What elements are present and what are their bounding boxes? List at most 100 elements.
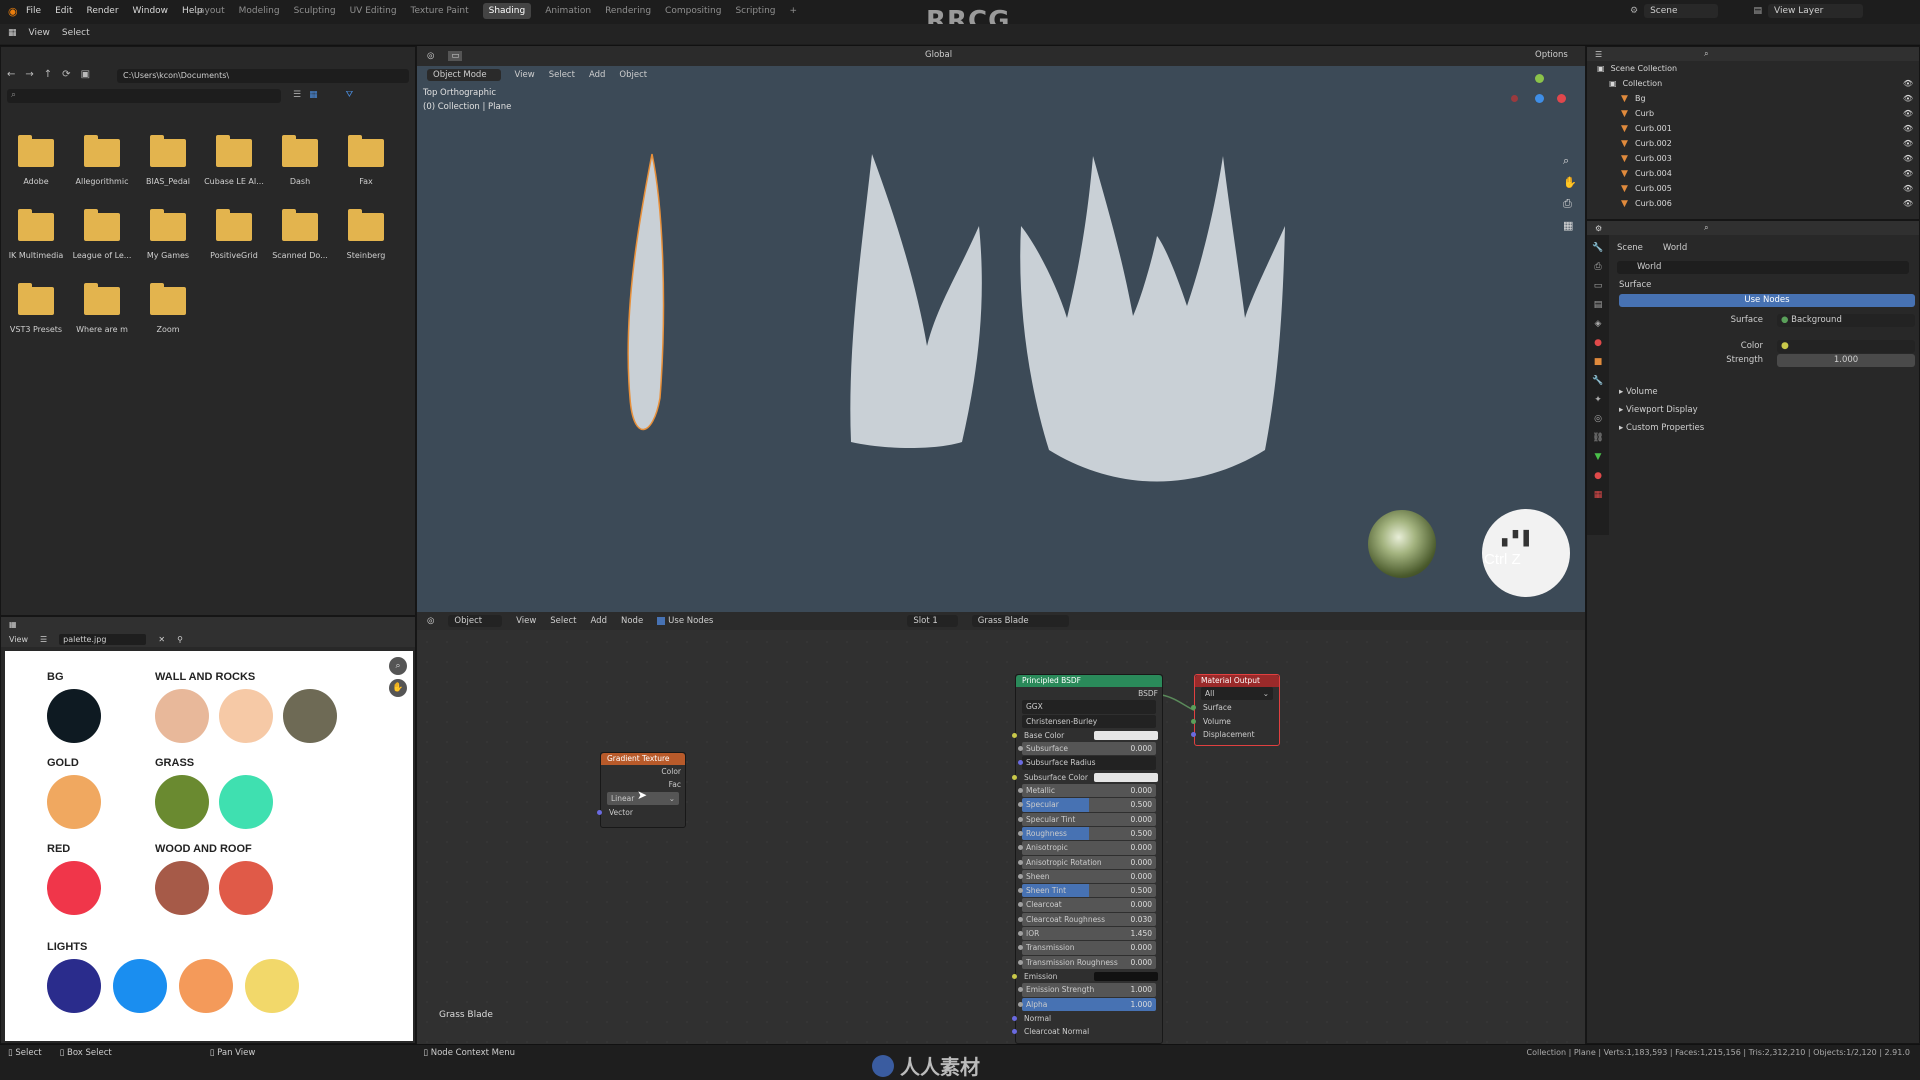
use-nodes-button[interactable]: Use Nodes xyxy=(1619,294,1915,307)
socket[interactable] xyxy=(1018,916,1023,922)
view-layer-tab-icon[interactable]: ▤ xyxy=(1594,300,1603,310)
surface-shader-field[interactable]: ● Background xyxy=(1777,314,1915,327)
socket-surface[interactable] xyxy=(1191,705,1196,711)
grid-icon[interactable]: ▦ xyxy=(1563,219,1577,232)
eye-icon[interactable]: 👁 xyxy=(1903,79,1913,88)
folder-item[interactable]: Adobe xyxy=(3,135,69,186)
socket[interactable] xyxy=(1012,774,1017,780)
breadcrumb-world[interactable]: World xyxy=(1663,243,1687,253)
close-icon[interactable]: ✕ xyxy=(158,635,165,644)
breadcrumb-scene[interactable]: Scene xyxy=(1617,243,1643,253)
constraints-tab-icon[interactable]: ⛓ xyxy=(1592,433,1603,443)
bsdf-input-row[interactable]: Base Color xyxy=(1012,729,1162,742)
socket-displacement[interactable] xyxy=(1191,731,1196,737)
world-datablock-field[interactable]: World xyxy=(1617,261,1909,274)
camera-icon[interactable]: ⎙ xyxy=(1563,197,1577,211)
tab-texture-paint[interactable]: Texture Paint xyxy=(411,3,469,19)
tab-sculpting[interactable]: Sculpting xyxy=(294,3,336,19)
scene-tab-icon[interactable]: ◈ xyxy=(1595,319,1602,329)
thumbnail-view-icon[interactable]: ▦ xyxy=(309,90,318,100)
eye-icon[interactable]: 👁 xyxy=(1903,109,1913,118)
socket[interactable] xyxy=(1018,888,1023,894)
folder-item[interactable]: Zoom xyxy=(135,283,201,334)
subsurface-color-swatch[interactable] xyxy=(1094,772,1158,782)
panel-viewport-display[interactable]: ▸ Viewport Display xyxy=(1619,405,1698,415)
world-tab-icon[interactable]: ● xyxy=(1594,338,1602,348)
bsdf-input-row[interactable]: Transmission 0.000 xyxy=(1018,941,1156,955)
eye-icon[interactable]: 👁 xyxy=(1903,199,1913,208)
outliner-collection[interactable]: ▣ Collection 👁 xyxy=(1587,76,1919,91)
list-view-icon[interactable]: ☰ xyxy=(293,90,301,100)
bsdf-input-row[interactable]: Metallic 0.000 xyxy=(1018,784,1156,798)
forward-icon[interactable]: → xyxy=(25,69,33,80)
material-tab-icon[interactable]: ● xyxy=(1594,471,1602,481)
principled-bsdf-node[interactable]: Principled BSDF BSDF GGX Christensen-Bur… xyxy=(1012,674,1163,1044)
gizmo-neg-x-icon[interactable] xyxy=(1511,95,1518,102)
socket[interactable] xyxy=(1018,859,1023,865)
physics-tab-icon[interactable]: ◎ xyxy=(1594,414,1602,424)
bsdf-input-row[interactable]: Specular 0.500 xyxy=(1018,798,1156,812)
outliner-item[interactable]: ▼ Curb.003 👁 xyxy=(1587,151,1919,166)
tab-compositing[interactable]: Compositing xyxy=(665,3,721,19)
pin-icon[interactable]: ⚲ xyxy=(177,635,183,644)
file-header-select[interactable]: Select xyxy=(62,28,90,38)
menu-window[interactable]: Window xyxy=(133,6,169,16)
path-field[interactable]: C:\Users\kcon\Documents\ xyxy=(117,69,409,83)
folder-item[interactable]: PositiveGrid xyxy=(201,209,267,260)
base-color-swatch[interactable] xyxy=(1094,730,1158,740)
gizmo-y-icon[interactable] xyxy=(1535,74,1544,83)
output-tab-icon[interactable]: ▭ xyxy=(1594,281,1603,291)
bsdf-input-row[interactable]: Normal xyxy=(1012,1012,1162,1025)
socket[interactable] xyxy=(1018,746,1023,752)
zoom-icon[interactable]: ⌕ xyxy=(389,657,407,675)
panel-volume[interactable]: ▸ Volume xyxy=(1619,387,1658,397)
surface-panel-header[interactable]: Surface xyxy=(1619,280,1651,290)
emission-color-swatch[interactable] xyxy=(1094,971,1158,981)
socket[interactable] xyxy=(1018,830,1023,836)
world-color-swatch[interactable]: ● xyxy=(1777,340,1915,353)
socket[interactable] xyxy=(1018,802,1023,808)
parent-dir-icon[interactable]: ↑ xyxy=(44,69,52,80)
data-tab-icon[interactable]: ▼ xyxy=(1595,452,1602,462)
render-tab-icon[interactable]: ⎙ xyxy=(1594,262,1601,272)
outliner-item[interactable]: ▼ Curb.001 👁 xyxy=(1587,121,1919,136)
folder-item[interactable]: Cubase LE AI... xyxy=(201,135,267,186)
tab-uv-editing[interactable]: UV Editing xyxy=(350,3,397,19)
folder-item[interactable]: Scanned Do... xyxy=(267,209,333,260)
subsurface-method-dropdown[interactable]: Christensen-Burley xyxy=(1022,714,1156,728)
gizmo-x-icon[interactable] xyxy=(1557,94,1566,103)
pan-hand-icon[interactable]: ✋ xyxy=(1563,176,1577,189)
folder-item[interactable]: Allegorithmic xyxy=(69,135,135,186)
blender-logo-icon[interactable]: ◉ xyxy=(8,5,18,18)
outliner-scene-collection[interactable]: ▣ Scene Collection xyxy=(1587,61,1919,76)
object-tab-icon[interactable]: ■ xyxy=(1594,357,1603,367)
outliner-item[interactable]: ▼ Bg 👁 xyxy=(1587,91,1919,106)
gizmo-z-icon[interactable] xyxy=(1535,94,1544,103)
menu-edit[interactable]: Edit xyxy=(55,6,72,16)
tab-shading[interactable]: Shading xyxy=(482,3,532,19)
outliner-search-icon[interactable]: ⌕ xyxy=(1704,49,1708,59)
eye-icon[interactable]: 👁 xyxy=(1903,124,1913,133)
eye-icon[interactable]: 👁 xyxy=(1903,94,1913,103)
socket[interactable] xyxy=(1012,732,1017,738)
tab-modeling[interactable]: Modeling xyxy=(239,3,280,19)
folder-item[interactable]: Where are m xyxy=(69,283,135,334)
add-workspace-icon[interactable]: + xyxy=(790,3,798,19)
bsdf-input-row[interactable]: Emission Strength 1.000 xyxy=(1018,983,1156,997)
back-icon[interactable]: ← xyxy=(7,69,15,80)
socket[interactable] xyxy=(1018,816,1023,822)
folder-item[interactable]: Steinberg xyxy=(333,209,399,260)
bsdf-input-row[interactable]: Roughness 0.500 xyxy=(1018,826,1156,841)
properties-search-icon[interactable]: ⌕ xyxy=(1704,223,1708,233)
editor-type-icon[interactable]: ▦ xyxy=(8,28,17,38)
bsdf-input-row[interactable]: Anisotropic 0.000 xyxy=(1018,841,1156,855)
bsdf-input-row[interactable]: Clearcoat 0.000 xyxy=(1018,898,1156,912)
image-name-field[interactable]: palette.jpg xyxy=(59,633,147,645)
file-search-input[interactable]: ⌕ xyxy=(7,89,281,103)
bsdf-input-row[interactable]: Specular Tint 0.000 xyxy=(1018,812,1156,826)
socket[interactable] xyxy=(1018,945,1023,951)
node-editor[interactable]: ◎ Object View Select Add Node Use Nodes … xyxy=(417,612,1585,1044)
editor-type-icon[interactable]: ☰ xyxy=(1595,50,1602,59)
socket[interactable] xyxy=(1018,902,1023,908)
folder-item[interactable]: IK Multimedia xyxy=(3,209,69,260)
